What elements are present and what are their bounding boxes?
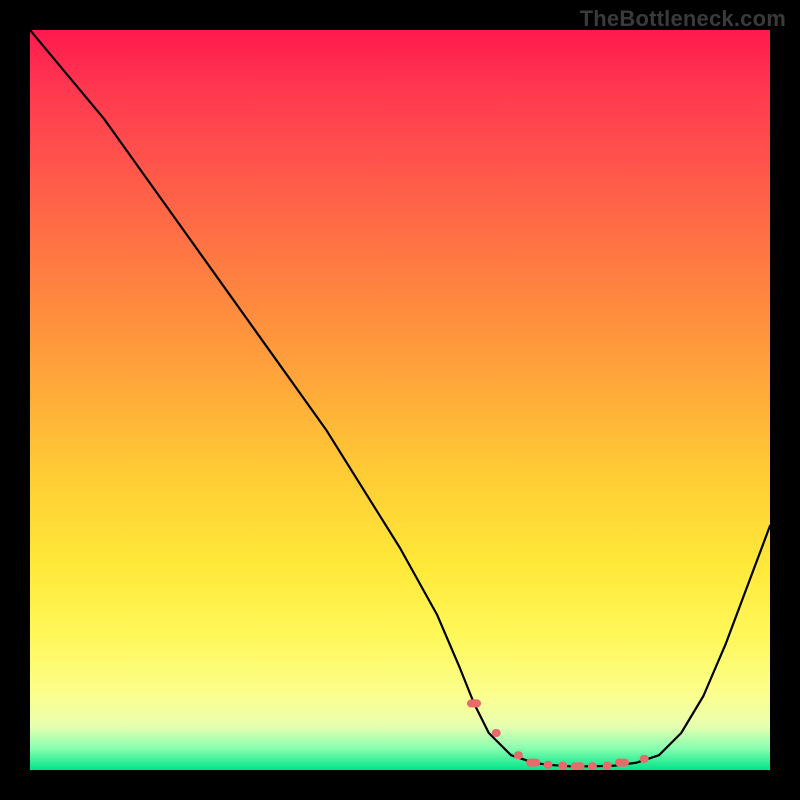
highlight-dot (571, 762, 585, 770)
highlight-dot (640, 755, 649, 763)
highlight-dot (588, 762, 597, 770)
highlight-dot (544, 761, 553, 769)
chart-svg (30, 30, 770, 770)
chart-frame: TheBottleneck.com (0, 0, 800, 800)
highlight-dot (615, 759, 629, 767)
highlight-dot (526, 759, 540, 767)
highlight-dots (467, 699, 649, 770)
watermark-text: TheBottleneck.com (580, 6, 786, 32)
highlight-dot (467, 699, 481, 707)
curve-path (30, 30, 770, 766)
bottleneck-curve (30, 30, 770, 766)
highlight-dot (558, 762, 567, 770)
highlight-dot (514, 751, 523, 759)
highlight-dot (603, 762, 612, 770)
plot-area (30, 30, 770, 770)
highlight-dot (492, 729, 501, 737)
